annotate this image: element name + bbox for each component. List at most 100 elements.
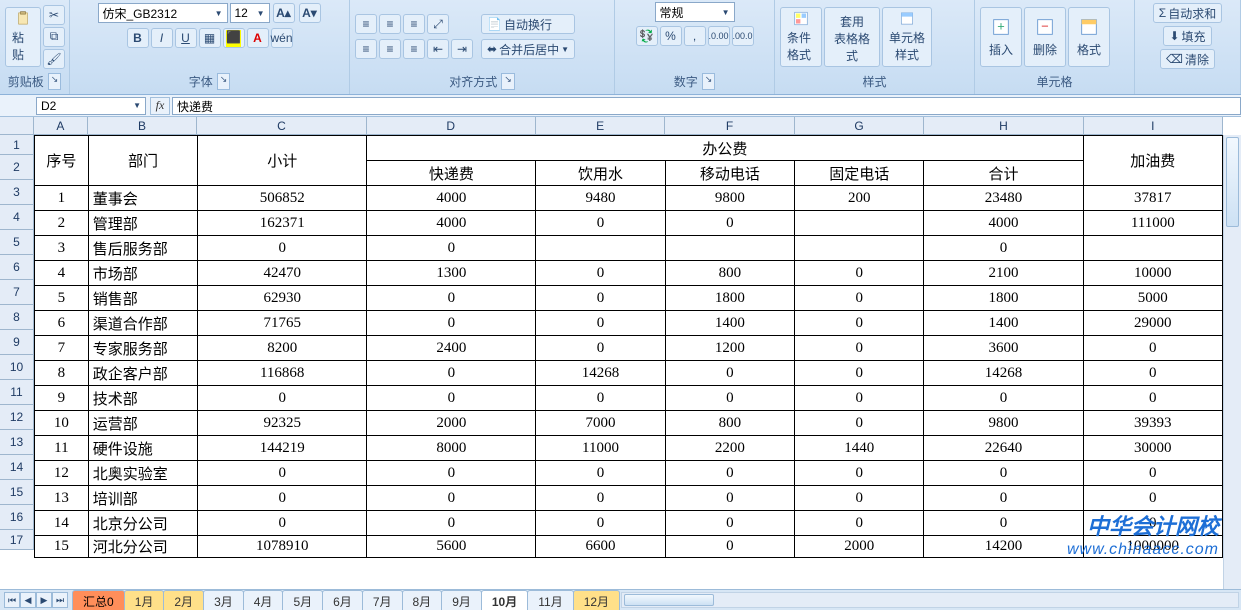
sheet-tab-12月[interactable]: 12月 xyxy=(573,590,620,610)
sheet-tab-汇总0[interactable]: 汇总0 xyxy=(72,590,125,610)
fill-color-button[interactable]: ⬛ xyxy=(223,28,245,48)
font-size-combo[interactable]: 12▼ xyxy=(230,3,270,23)
font-expand[interactable]: ↘ xyxy=(217,73,231,90)
row-header-13[interactable]: 13 xyxy=(0,430,34,455)
sheet-tab-3月[interactable]: 3月 xyxy=(203,590,244,610)
merge-center-button[interactable]: ⬌ 合并后居中 ▼ xyxy=(481,39,575,59)
cell[interactable]: 0 xyxy=(665,486,794,511)
cell[interactable]: 北奥实验室 xyxy=(88,461,197,486)
cell[interactable]: 42470 xyxy=(198,261,367,286)
cell[interactable] xyxy=(795,211,924,236)
cell[interactable]: 1300 xyxy=(367,261,536,286)
cell[interactable]: 2200 xyxy=(665,436,794,461)
cell[interactable]: 0 xyxy=(795,486,924,511)
cell[interactable]: 2100 xyxy=(924,261,1083,286)
tab-last-button[interactable]: ⏭ xyxy=(52,592,68,608)
cell[interactable]: 渠道合作部 xyxy=(88,311,197,336)
cell[interactable]: 1 xyxy=(35,186,89,211)
cell[interactable]: 9 xyxy=(35,386,89,411)
column-header-D[interactable]: D xyxy=(367,117,536,135)
cell[interactable]: 8200 xyxy=(198,336,367,361)
cell[interactable]: 5000 xyxy=(1083,286,1222,311)
cell[interactable]: 92325 xyxy=(198,411,367,436)
autosum-button[interactable]: Σ 自动求和 xyxy=(1153,3,1222,23)
cell[interactable]: 0 xyxy=(665,211,794,236)
cell[interactable]: 5600 xyxy=(367,536,536,558)
cell[interactable]: 0 xyxy=(1083,486,1222,511)
column-header-I[interactable]: I xyxy=(1084,117,1223,135)
cell[interactable]: 0 xyxy=(795,311,924,336)
row-header-10[interactable]: 10 xyxy=(0,355,34,380)
cell[interactable]: 23480 xyxy=(924,186,1083,211)
row-header-7[interactable]: 7 xyxy=(0,280,34,305)
cell[interactable]: 2000 xyxy=(795,536,924,558)
cell[interactable]: 3600 xyxy=(924,336,1083,361)
cell[interactable]: 0 xyxy=(536,311,665,336)
cell[interactable]: 2000 xyxy=(367,411,536,436)
cell[interactable]: 1800 xyxy=(665,286,794,311)
scrollbar-thumb[interactable] xyxy=(1226,137,1239,227)
font-name-combo[interactable]: 仿宋_GB2312▼ xyxy=(98,3,228,23)
cell[interactable]: 0 xyxy=(198,511,367,536)
sheet-tab-8月[interactable]: 8月 xyxy=(402,590,443,610)
cell[interactable]: 0 xyxy=(795,336,924,361)
grid[interactable]: 序号部门小计办公费加油费快递费饮用水移动电话固定电话合计1董事会50685240… xyxy=(34,135,1223,589)
name-box[interactable]: D2▼ xyxy=(36,97,146,115)
cell-styles-button[interactable]: 单元格 样式 xyxy=(882,7,932,67)
font-color-button[interactable]: A xyxy=(247,28,269,48)
cell[interactable]: 0 xyxy=(1083,511,1222,536)
column-header-E[interactable]: E xyxy=(536,117,665,135)
cell[interactable]: 0 xyxy=(367,511,536,536)
cell[interactable]: 0 xyxy=(665,361,794,386)
cell[interactable]: 1078910 xyxy=(198,536,367,558)
cell[interactable]: 9800 xyxy=(924,411,1083,436)
cell[interactable]: 0 xyxy=(367,236,536,261)
cell[interactable]: 1400 xyxy=(665,311,794,336)
cell[interactable]: 0 xyxy=(795,261,924,286)
cell[interactable]: 政企客户部 xyxy=(88,361,197,386)
comma-button[interactable]: , xyxy=(684,26,706,46)
column-header-B[interactable]: B xyxy=(88,117,198,135)
row-header-11[interactable]: 11 xyxy=(0,380,34,405)
cell[interactable]: 0 xyxy=(795,511,924,536)
cell[interactable]: 0 xyxy=(1083,336,1222,361)
cell[interactable]: 技术部 xyxy=(88,386,197,411)
number-expand[interactable]: ↘ xyxy=(702,73,716,90)
cell[interactable]: 0 xyxy=(536,211,665,236)
cell[interactable]: 162371 xyxy=(198,211,367,236)
tab-next-button[interactable]: ▶ xyxy=(36,592,52,608)
cell[interactable]: 培训部 xyxy=(88,486,197,511)
cell[interactable]: 71765 xyxy=(198,311,367,336)
cell[interactable]: 0 xyxy=(367,461,536,486)
row-header-4[interactable]: 4 xyxy=(0,205,34,230)
cell[interactable]: 董事会 xyxy=(88,186,197,211)
cell[interactable]: 11000 xyxy=(536,436,665,461)
number-format-combo[interactable]: 常规▼ xyxy=(655,2,735,22)
cell[interactable] xyxy=(795,236,924,261)
cell[interactable]: 6600 xyxy=(536,536,665,558)
cell[interactable]: 11 xyxy=(35,436,89,461)
cell[interactable]: 8 xyxy=(35,361,89,386)
cell[interactable] xyxy=(1083,236,1222,261)
cell[interactable]: 37817 xyxy=(1083,186,1222,211)
cell[interactable]: 0 xyxy=(367,386,536,411)
cell[interactable]: 0 xyxy=(924,386,1083,411)
cell[interactable]: 0 xyxy=(198,386,367,411)
row-header-2[interactable]: 2 xyxy=(0,155,34,180)
row-header-9[interactable]: 9 xyxy=(0,330,34,355)
cell[interactable]: 运营部 xyxy=(88,411,197,436)
cell[interactable]: 0 xyxy=(536,486,665,511)
align-right-button[interactable]: ≡ xyxy=(403,39,425,59)
cell[interactable]: 29000 xyxy=(1083,311,1222,336)
cell[interactable]: 0 xyxy=(1083,461,1222,486)
wrap-text-button[interactable]: 📄 自动换行 xyxy=(481,14,575,34)
cell[interactable]: 15 xyxy=(35,536,89,558)
cell[interactable]: 1000000 xyxy=(1083,536,1222,558)
increase-decimal-button[interactable]: .0.00 xyxy=(708,26,730,46)
cell[interactable]: 14200 xyxy=(924,536,1083,558)
cut-button[interactable]: ✂ xyxy=(43,5,65,25)
cell[interactable]: 12 xyxy=(35,461,89,486)
sheet-tab-7月[interactable]: 7月 xyxy=(362,590,403,610)
column-header-C[interactable]: C xyxy=(197,117,366,135)
cell[interactable]: 0 xyxy=(198,461,367,486)
